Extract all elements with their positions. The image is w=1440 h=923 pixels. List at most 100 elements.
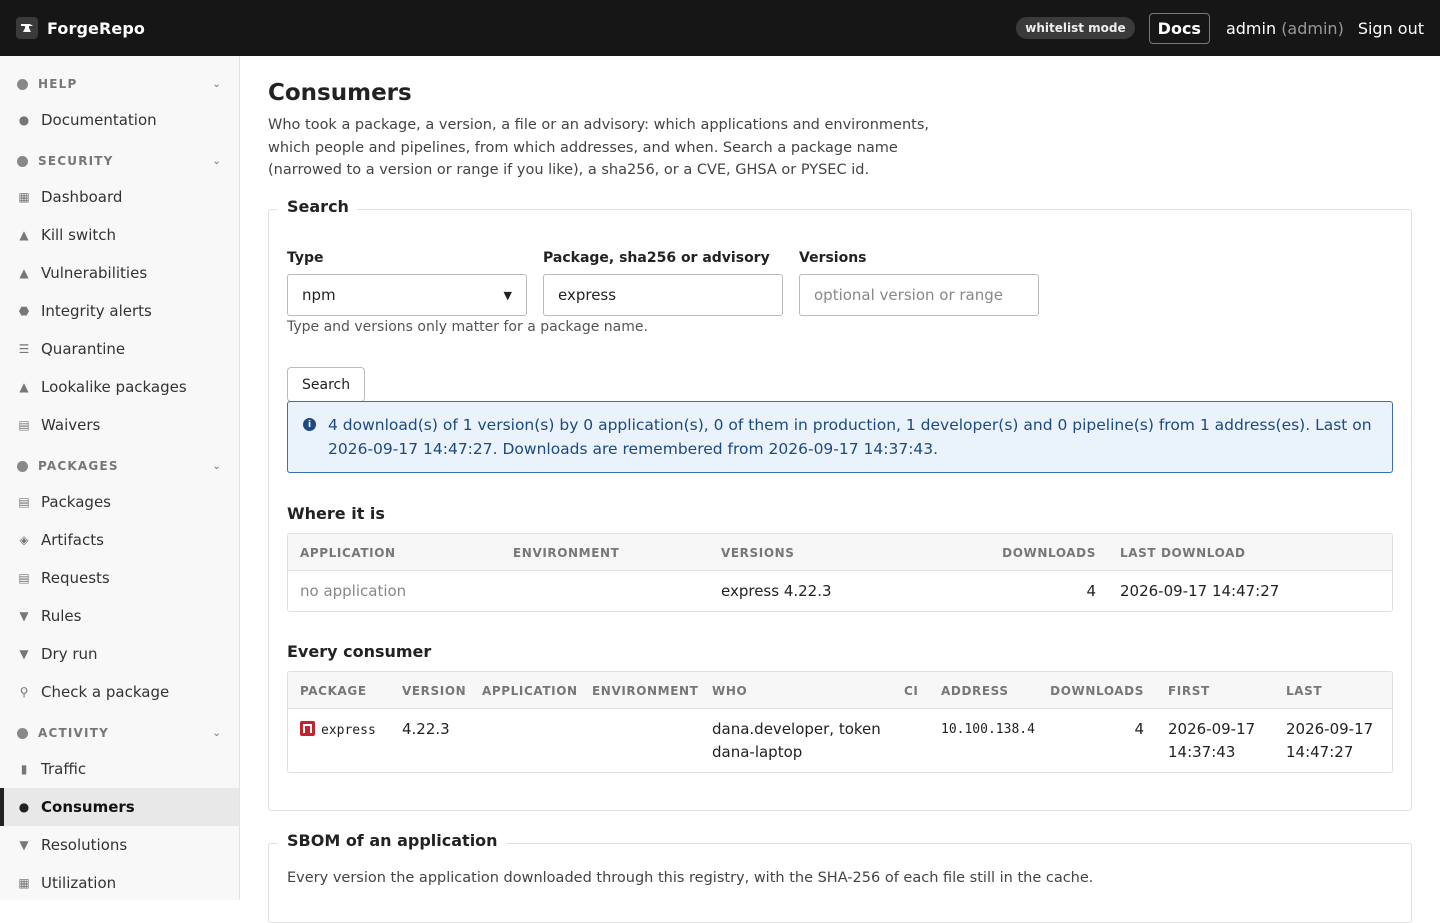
document-icon: ▤	[18, 418, 30, 432]
user-name: admin	[1225, 18, 1277, 38]
page-intro: Who took a package, a version, a file or…	[268, 117, 930, 178]
grid-icon: ▦	[18, 190, 30, 204]
docs-button[interactable]: Docs	[1148, 12, 1210, 44]
sidebar-item-utilization[interactable]: ▦ Utilization	[0, 864, 239, 900]
first-cell: 2026-09-17 14:37:43	[1168, 718, 1255, 764]
sidebar-item-traffic[interactable]: ▮ Traffic	[0, 750, 239, 788]
anvil-logo-icon	[16, 17, 38, 39]
info-icon	[17, 78, 28, 90]
column-header: DOWNLOADS	[1002, 546, 1096, 560]
versions-input[interactable]: optional version or range	[799, 274, 1039, 316]
top-bar: ForgeRepo whitelist mode Docs admin (adm…	[0, 0, 1440, 56]
package-cell[interactable]: express	[300, 718, 376, 742]
column-header: LAST DOWNLOAD	[1120, 546, 1246, 560]
npm-icon	[300, 721, 315, 736]
column-header: ENVIRONMENT	[513, 546, 620, 560]
column-header: LAST	[1286, 684, 1323, 698]
column-header: APPLICATION	[300, 546, 396, 560]
sidebar-item-check-a-package[interactable]: ⚲ Check a package	[0, 673, 239, 711]
column-header: APPLICATION	[482, 684, 578, 698]
column-header: WHO	[712, 684, 748, 698]
sidebar-item-resolutions[interactable]: ▼ Resolutions	[0, 826, 239, 864]
brand-link[interactable]: ForgeRepo	[16, 17, 145, 39]
sidebar-item-artifacts[interactable]: ◈ Artifacts	[0, 521, 239, 559]
query-label: Package, sha256 or advisory	[543, 250, 770, 266]
bars-icon: ▮	[20, 762, 28, 776]
query-input-value: express	[558, 286, 617, 304]
sidebar-item-requests[interactable]: ▤ Requests	[0, 559, 239, 597]
column-header: CI	[904, 684, 919, 698]
chevron-down-icon: ⌄	[212, 155, 222, 167]
query-input[interactable]: express	[543, 274, 783, 316]
sidebar-group-packages[interactable]: PACKAGES ⌄	[0, 453, 239, 479]
sidebar-item-quarantine[interactable]: ☰ Quarantine	[0, 330, 239, 368]
type-select[interactable]: npm ▼	[287, 274, 527, 316]
column-header: VERSION	[402, 684, 467, 698]
search-button[interactable]: Search	[287, 367, 366, 402]
sidebar-item-dry-run[interactable]: ▼ Dry run	[0, 635, 239, 673]
sidebar-item-vulnerabilities[interactable]: ▲ Vulnerabilities	[0, 254, 239, 292]
filter-icon: ▼	[19, 647, 29, 661]
application-cell: no application	[300, 582, 407, 600]
sbom-description: Every version the application downloaded…	[287, 870, 1094, 886]
every-consumer-table: PACKAGE VERSION APPLICATION ENVIRONMENT …	[287, 671, 1393, 773]
sidebar-item-packages[interactable]: ▤ Packages	[0, 483, 239, 521]
last-time: 14:47:27	[1286, 743, 1354, 761]
where-it-is-table: APPLICATION ENVIRONMENT VERSIONS DOWNLOA…	[287, 533, 1393, 612]
person-icon: ●	[18, 800, 30, 814]
sidebar-item-rules[interactable]: ▼ Rules	[0, 597, 239, 635]
chevron-down-icon: ▼	[503, 288, 512, 302]
user-role: (admin)	[1281, 18, 1344, 38]
info-icon: i	[303, 418, 316, 431]
sidebar-group-security[interactable]: SECURITY ⌄	[0, 148, 239, 174]
sidebar-item-documentation[interactable]: ● Documentation	[0, 101, 239, 139]
list-icon: ☰	[18, 342, 30, 356]
table-header: APPLICATION ENVIRONMENT VERSIONS DOWNLOA…	[288, 534, 1392, 571]
address-cell: 10.100.138.4	[941, 722, 1035, 737]
package-name: express	[321, 723, 376, 738]
search-legend: Search	[277, 197, 357, 216]
sign-out-link[interactable]: Sign out	[1358, 19, 1424, 38]
filter-icon: ▼	[19, 838, 29, 852]
info-icon: ●	[18, 113, 30, 127]
who-line: dana.developer, token	[712, 720, 881, 738]
sidebar-item-kill-switch[interactable]: ▲ Kill switch	[0, 216, 239, 254]
search-help-text: Type and versions only matter for a pack…	[287, 319, 648, 335]
user-info: admin (admin)	[1226, 19, 1344, 38]
sidebar-item-integrity-alerts[interactable]: ⬣ Integrity alerts	[0, 292, 239, 330]
result-summary-alert: i 4 download(s) of 1 version(s) by 0 app…	[287, 401, 1393, 473]
version-cell: 4.22.3	[402, 720, 450, 738]
app-name: ForgeRepo	[47, 18, 145, 38]
first-time: 14:37:43	[1168, 743, 1236, 761]
filter-icon: ▼	[19, 609, 29, 623]
sidebar-group-help[interactable]: HELP ⌄	[0, 71, 239, 97]
grid-icon: ▦	[18, 876, 30, 890]
column-header: PACKAGE	[300, 684, 367, 698]
archive-icon: ▤	[18, 495, 30, 509]
last-date: 2026-09-17	[1286, 720, 1374, 738]
sidebar-group-activity[interactable]: ACTIVITY ⌄	[0, 720, 239, 746]
layers-icon: ◈	[19, 533, 29, 547]
sidebar-item-dashboard[interactable]: ▦ Dashboard	[0, 178, 239, 216]
versions-input-placeholder: optional version or range	[814, 286, 1003, 304]
type-label: Type	[287, 250, 324, 266]
type-select-value: npm	[302, 286, 336, 304]
search-icon: ⚲	[19, 685, 29, 699]
last-download-cell: 2026-09-17 14:47:27	[1120, 582, 1280, 600]
column-header: FIRST	[1168, 684, 1210, 698]
chevron-down-icon: ⌄	[212, 460, 222, 472]
sidebar-item-waivers[interactable]: ▤ Waivers	[0, 406, 239, 444]
sbom-panel: SBOM of an application Every version the…	[268, 831, 1412, 923]
sidebar-item-consumers[interactable]: ● Consumers	[0, 788, 239, 826]
sidebar-item-lookalike-packages[interactable]: ▲ Lookalike packages	[0, 368, 239, 406]
first-date: 2026-09-17	[1168, 720, 1256, 738]
sbom-legend: SBOM of an application	[277, 831, 506, 850]
warning-icon: ▲	[19, 266, 29, 280]
column-header: ADDRESS	[941, 684, 1009, 698]
document-icon: ▤	[18, 571, 30, 585]
versions-cell: express 4.22.3	[721, 582, 832, 600]
column-header: ENVIRONMENT	[592, 684, 699, 698]
warning-icon: ▲	[19, 380, 29, 394]
clock-icon	[17, 727, 28, 739]
column-header: DOWNLOADS	[1050, 684, 1144, 698]
